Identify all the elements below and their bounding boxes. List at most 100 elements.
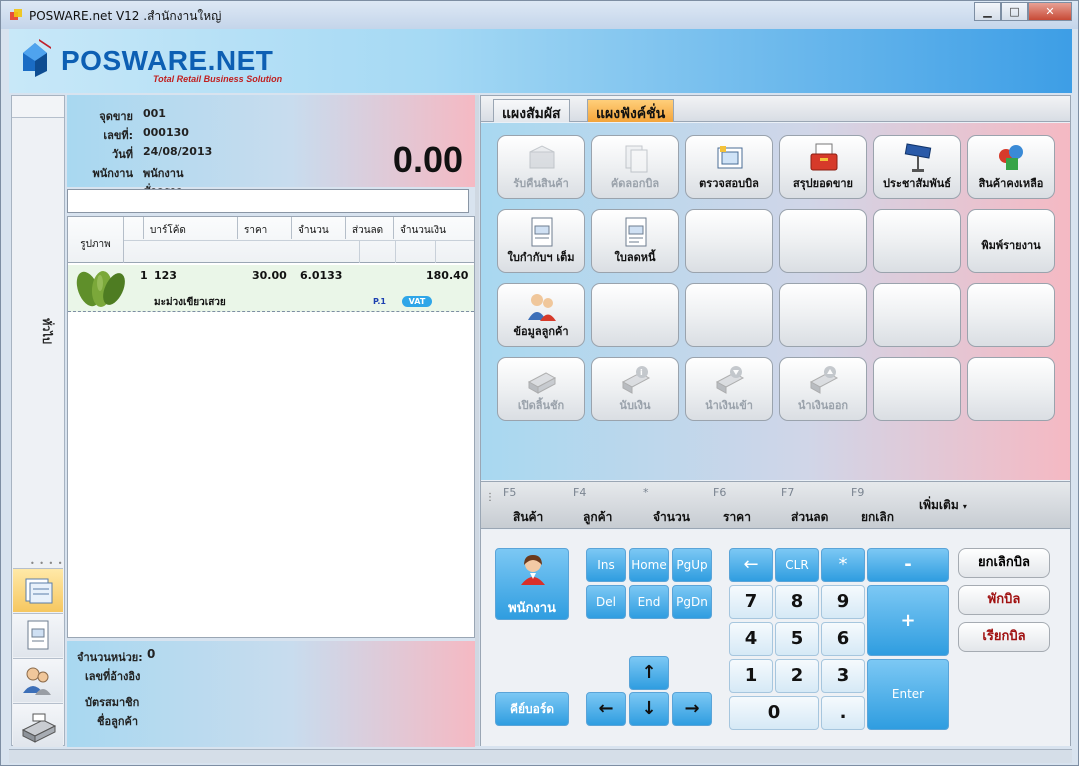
column-barcode[interactable]: บาร์โค้ด [144,217,238,239]
function-button[interactable]: เปิดลิ้นชัก [497,357,585,421]
function-button[interactable]: ตรวจสอบบิล [685,135,773,199]
arrow-right-key[interactable]: → [672,692,712,726]
minimize-button[interactable]: ▁ [974,2,1001,21]
function-button-label: เปิดลิ้นชัก [517,399,565,412]
plus-key[interactable]: + [867,585,949,656]
table-row[interactable]: 1 123 30.00 6.0133 180.40 มะม่วงเขียวเสว… [68,265,474,312]
backspace-key[interactable]: ← [729,548,773,582]
barcode-input[interactable] [67,189,469,213]
brand-name: POSWARE.NET [61,45,274,76]
arrow-up-key[interactable]: ↑ [629,656,669,690]
function-button[interactable]: นำเงินเข้า [685,357,773,421]
enter-key[interactable]: Enter [867,659,949,730]
arrow-left-key[interactable]: ← [586,692,626,726]
register-value: 001 [143,107,166,120]
column-photo[interactable]: รูปภาพ [68,217,124,263]
function-button[interactable]: i นับเงิน [591,357,679,421]
ins-key[interactable]: Ins [586,548,626,582]
function-button[interactable] [685,283,773,347]
hold-bill-button[interactable]: พักบิล [958,585,1050,615]
inventory-icon [999,145,1023,170]
function-button-label: นำเงินออก [797,399,849,412]
function-button[interactable]: สรุปยอดขาย [779,135,867,199]
function-button[interactable] [685,209,773,273]
maximize-button[interactable]: □ [1001,2,1028,21]
bill-number-value: 000130 [143,126,189,139]
tab-touch-panel[interactable]: แผงสัมผัส [493,99,570,122]
function-button[interactable] [873,283,961,347]
del-key[interactable]: Del [586,585,626,619]
copy-bill-icon [625,145,648,173]
cancel-bill-button[interactable]: ยกเลิกบิล [958,548,1050,578]
function-button[interactable]: ใบลดหนี้ [591,209,679,273]
customers-button[interactable] [13,658,63,702]
end-key[interactable]: End [629,585,669,619]
function-button[interactable] [873,357,961,421]
pgdn-key[interactable]: PgDn [672,585,712,619]
function-button-label: คัดลอกบิล [610,177,660,190]
column-amount[interactable]: จำนวนเงิน [394,217,474,239]
staff-icon [521,555,545,585]
row-price: 30.00 [252,269,287,282]
bill-list-button[interactable] [13,568,63,612]
minus-key[interactable]: - [867,548,949,582]
clear-key[interactable]: CLR [775,548,819,582]
sale-footer-panel: จำนวนหน่วย: 0 เลขที่อ้างอิง บัตรสมาชิก ช… [67,641,475,747]
decimal-key[interactable]: . [821,696,865,730]
digit-2-key[interactable]: 2 [775,659,819,693]
function-button[interactable]: สินค้าคงเหลือ [967,135,1055,199]
digit-8-key[interactable]: 8 [775,585,819,619]
fkey-grip: ⋮ [485,492,495,503]
cash-drawer-button[interactable] [13,703,63,747]
function-button[interactable]: รับคืนสินค้า [497,135,585,199]
digit-3-key[interactable]: 3 [821,659,865,693]
function-button-label: สินค้าคงเหลือ [978,177,1044,190]
digit-5-key[interactable]: 5 [775,622,819,656]
function-button[interactable]: ใบกำกับฯ เต็ม [497,209,585,273]
digit-6-key[interactable]: 6 [821,622,865,656]
function-button[interactable] [967,283,1055,347]
function-button[interactable] [779,283,867,347]
staff-button[interactable]: พนักงาน [495,548,569,620]
credit-note-icon [625,217,647,247]
function-button[interactable]: คัดลอกบิล [591,135,679,199]
toolbar-grip[interactable]: • • • • [30,559,64,568]
close-button[interactable]: ✕ [1028,2,1072,21]
function-button-label: ใบกำกับฯ เต็ม [507,251,575,264]
function-button[interactable]: นำเงินออก [779,357,867,421]
function-button[interactable] [873,209,961,273]
title-bar: POSWARE.net V12 .สำนักงานใหญ่ ▁ □ ✕ [1,1,1078,29]
pgup-key[interactable]: PgUp [672,548,712,582]
function-button[interactable] [779,209,867,273]
pos-window: POSWARE.net V12 .สำนักงานใหญ่ ▁ □ ✕ POSW… [0,0,1079,766]
recall-bill-button[interactable]: เรียกบิล [958,622,1050,652]
function-button[interactable] [967,357,1055,421]
svg-text:i: i [640,368,643,377]
document-button[interactable] [13,613,63,657]
keyboard-button[interactable]: คีย์บอร์ด [495,692,569,726]
digit-1-key[interactable]: 1 [729,659,773,693]
digit-0-key[interactable]: 0 [729,696,819,730]
function-button[interactable] [591,283,679,347]
digit-4-key[interactable]: 4 [729,622,773,656]
function-button[interactable]: ข้อมูลลูกค้า [497,283,585,347]
digit-7-key[interactable]: 7 [729,585,773,619]
home-key[interactable]: Home [629,548,669,582]
arrow-down-key[interactable]: ↓ [629,692,669,726]
column-qty[interactable]: จำนวน [292,217,346,239]
multiply-key[interactable]: * [821,548,865,582]
column-discount[interactable]: ส่วนลด [346,217,394,239]
customers-icon [23,667,51,695]
function-button[interactable]: ประชาสัมพันธ์ [873,135,961,199]
column-price[interactable]: ราคา [238,217,292,239]
cash-drawer-icon [21,713,57,743]
fkey-label: ยกเลิก [861,510,895,524]
count-cash-icon: i [621,366,651,394]
general-group-label[interactable]: ทั่วไป [38,318,56,344]
function-button-label: นับเงิน [619,399,651,412]
function-button[interactable]: พิมพ์รายงาน [967,209,1055,273]
digit-9-key[interactable]: 9 [821,585,865,619]
more-menu-button[interactable]: เพิ่มเติม ▾ [919,496,967,515]
panel-splitter[interactable] [475,95,479,746]
tab-function-panel[interactable]: แผงฟังค์ชั่น [587,99,675,122]
